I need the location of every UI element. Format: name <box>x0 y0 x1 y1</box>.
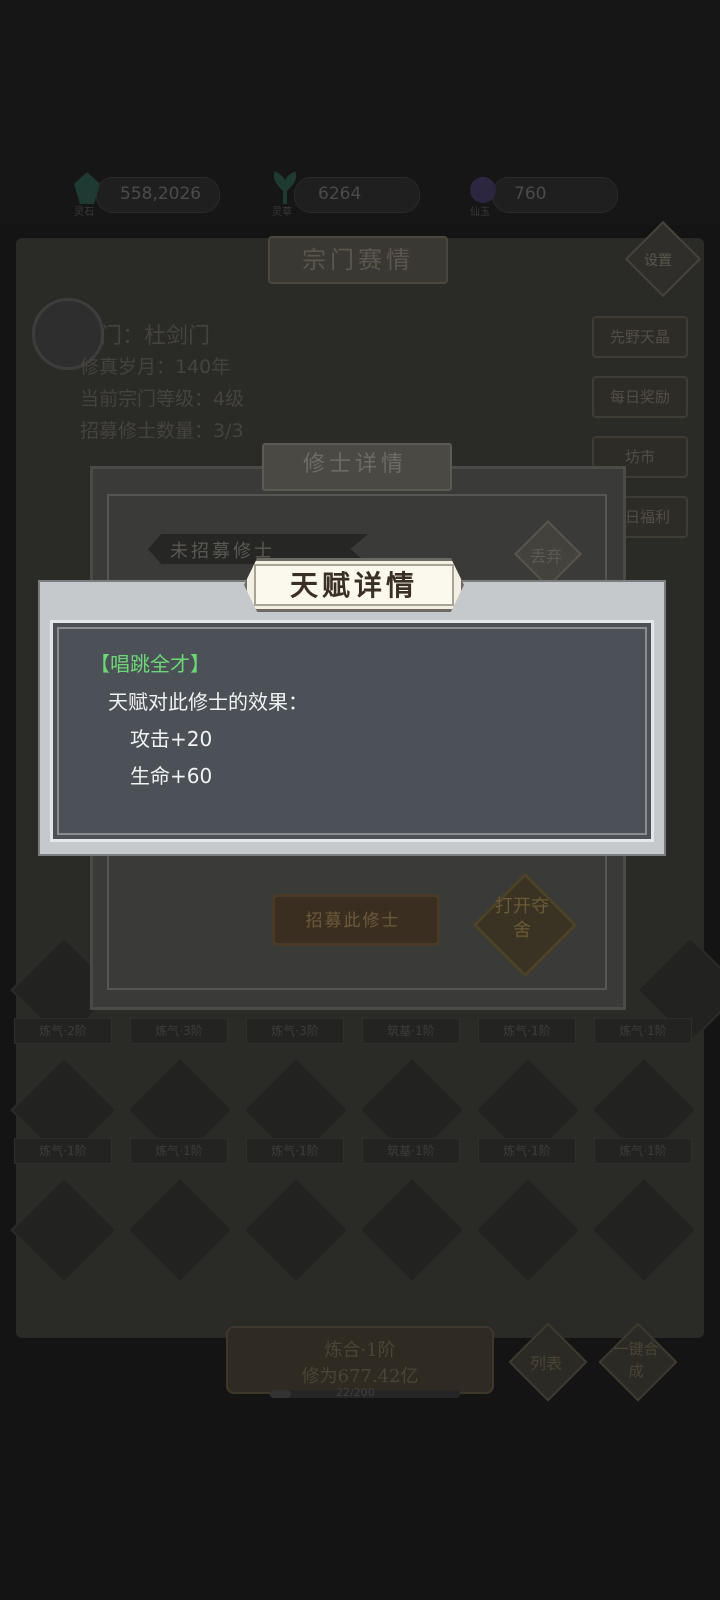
recruit-button-label: 招募此修士 <box>305 911 401 931</box>
cultivate-line-1: 炼合·1阶 <box>324 1340 396 1361</box>
settings-label: 设置 <box>644 253 672 269</box>
slot-label: 炼气·1阶 <box>478 1018 576 1044</box>
sect-panel-title: 宗门赛情 <box>268 236 448 284</box>
slot-label: 筑基·1阶 <box>362 1138 460 1164</box>
cultivate-line-2: 修为677.42亿 <box>301 1366 419 1387</box>
discard-label: 丢弃 <box>529 547 562 566</box>
talent-effect-header: 天赋对此修士的效果： <box>108 690 308 714</box>
resource-caption-3: 仙玉 <box>470 207 490 218</box>
progress-text: 22/200 <box>336 1386 375 1399</box>
resource-value-3: 760 <box>514 184 547 204</box>
sect-info-line-3: 招募修士数量：3/3 <box>80 420 244 442</box>
resource-value-1: 558,2026 <box>120 184 202 204</box>
sect-name: 门：杜剑门 <box>100 324 211 349</box>
talent-effect-2: 生命+60 <box>130 764 213 788</box>
sect-info-line-1: 修真岁月：140年 <box>80 356 231 378</box>
slot-label: 炼气·1阶 <box>246 1138 344 1164</box>
resource-pill-3 <box>492 177 618 213</box>
recruit-dialog-title: 修士详情 <box>302 452 407 477</box>
one-key-label: 一键合成 <box>613 1340 659 1380</box>
talent-effect-1: 攻击+20 <box>130 727 213 751</box>
slot-label: 筑基·1阶 <box>362 1018 460 1044</box>
talent-name: 【唱跳全才】 <box>90 652 210 676</box>
slot-label: 炼气·3阶 <box>246 1018 344 1044</box>
sect-info-line-2: 当前宗门等级：4级 <box>80 388 245 410</box>
side-button-1[interactable]: 先野天晶 <box>592 316 688 358</box>
side-button-2[interactable]: 每日奖励 <box>592 376 688 418</box>
list-label: 列表 <box>529 1354 562 1373</box>
progress-fill <box>270 1390 291 1398</box>
open-possess-label: 打开夺舍 <box>495 896 549 941</box>
slot-label: 炼气·1阶 <box>130 1138 228 1164</box>
resource-caption-1: 灵石 <box>74 207 94 218</box>
slot-label: 炼气·1阶 <box>594 1138 692 1164</box>
slot-label: 炼气·1阶 <box>478 1138 576 1164</box>
slot-label: 炼气·1阶 <box>14 1138 112 1164</box>
cultivate-button[interactable]: 炼合·1阶 修为677.42亿 <box>226 1326 494 1394</box>
slot-label: 炼气·1阶 <box>594 1018 692 1044</box>
resource-caption-2: 灵草 <box>272 207 292 218</box>
talent-dialog-title: 天赋详情 <box>289 569 418 602</box>
resource-value-2: 6264 <box>318 184 362 204</box>
slot-label: 炼气·3阶 <box>130 1018 228 1044</box>
slot-label: 炼气·2阶 <box>14 1018 112 1044</box>
